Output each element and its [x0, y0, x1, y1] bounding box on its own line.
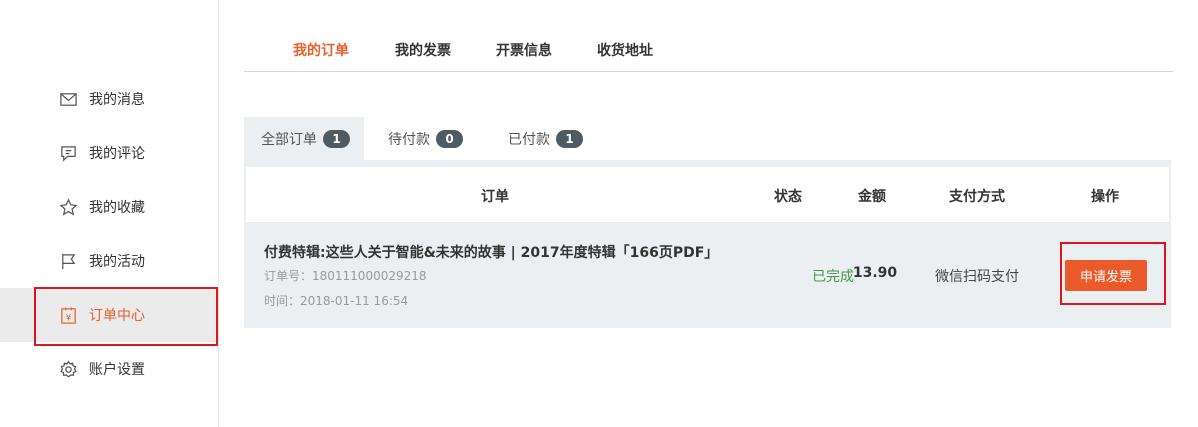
order-title[interactable]: 付费特辑:这些人关于智能&未来的故事 | 2017年度特辑「166页PDF」 [264, 242, 718, 262]
column-header-status: 状态 [774, 189, 802, 205]
column-header-amount: 金额 [858, 189, 886, 205]
comment-icon [58, 143, 78, 163]
sidebar-item-label: 账户设置 [89, 362, 145, 378]
tab-invoice-info[interactable]: 开票信息 [496, 40, 552, 60]
count-badge: 1 [323, 129, 350, 148]
tab-shipping-address[interactable]: 收货地址 [597, 40, 653, 60]
sidebar-item-label: 我的消息 [89, 92, 145, 108]
subtab-all-orders[interactable]: 全部订单 1 [244, 117, 364, 160]
sidebar-item-favorites[interactable]: 我的收藏 [0, 180, 218, 234]
payment-method: 微信扫码支付 [935, 269, 1019, 285]
order-amount: 13.90 [852, 265, 898, 281]
tab-my-orders[interactable]: 我的订单 [293, 40, 349, 60]
column-header-action: 操作 [1091, 189, 1119, 205]
column-header-payment-method: 支付方式 [949, 189, 1005, 205]
order-time: 时间：2018-01-11 16:54 [264, 294, 409, 308]
sidebar-item-label: 我的评论 [89, 146, 145, 162]
subtab-paid[interactable]: 已付款 1 [508, 117, 583, 160]
count-badge: 0 [436, 129, 463, 148]
count-badge: 1 [556, 129, 583, 148]
top-tab-bar: 我的订单 我的发票 开票信息 收货地址 [244, 30, 1173, 72]
gear-icon [58, 359, 78, 379]
subtab-pending-payment[interactable]: 待付款 0 [388, 117, 463, 160]
sidebar-item-label: 订单中心 [89, 308, 145, 324]
tab-my-invoices[interactable]: 我的发票 [395, 40, 451, 60]
sidebar-item-order-center[interactable]: ¥ 订单中心 [0, 288, 218, 342]
order-number: 订单号：180111000029218 [264, 269, 427, 283]
star-icon [58, 197, 78, 217]
order-icon: ¥ [58, 305, 78, 325]
sidebar: 我的消息 我的评论 我的收藏 我的活动 ¥ 订单中心 账户设置 [0, 0, 219, 427]
svg-text:¥: ¥ [65, 313, 71, 323]
subtab-label: 已付款 [508, 131, 550, 148]
column-header-order: 订单 [481, 189, 509, 205]
sidebar-item-messages[interactable]: 我的消息 [0, 72, 218, 126]
sidebar-item-label: 我的活动 [89, 254, 145, 270]
orders-table: 订单 状态 金额 支付方式 操作 付费特辑:这些人关于智能&未来的故事 | 20… [244, 160, 1171, 328]
flag-icon [58, 251, 78, 271]
subtab-label: 全部订单 [261, 131, 317, 148]
request-invoice-button[interactable]: 申请发票 [1065, 260, 1147, 291]
mail-icon [58, 89, 78, 109]
subtab-label: 待付款 [388, 131, 430, 148]
sidebar-item-label: 我的收藏 [89, 200, 145, 216]
sidebar-item-comments[interactable]: 我的评论 [0, 126, 218, 180]
table-header: 订单 状态 金额 支付方式 操作 [246, 167, 1169, 222]
table-row: 付费特辑:这些人关于智能&未来的故事 | 2017年度特辑「166页PDF」 订… [246, 222, 1169, 326]
sidebar-item-activities[interactable]: 我的活动 [0, 234, 218, 288]
sidebar-item-account-settings[interactable]: 账户设置 [0, 342, 218, 396]
